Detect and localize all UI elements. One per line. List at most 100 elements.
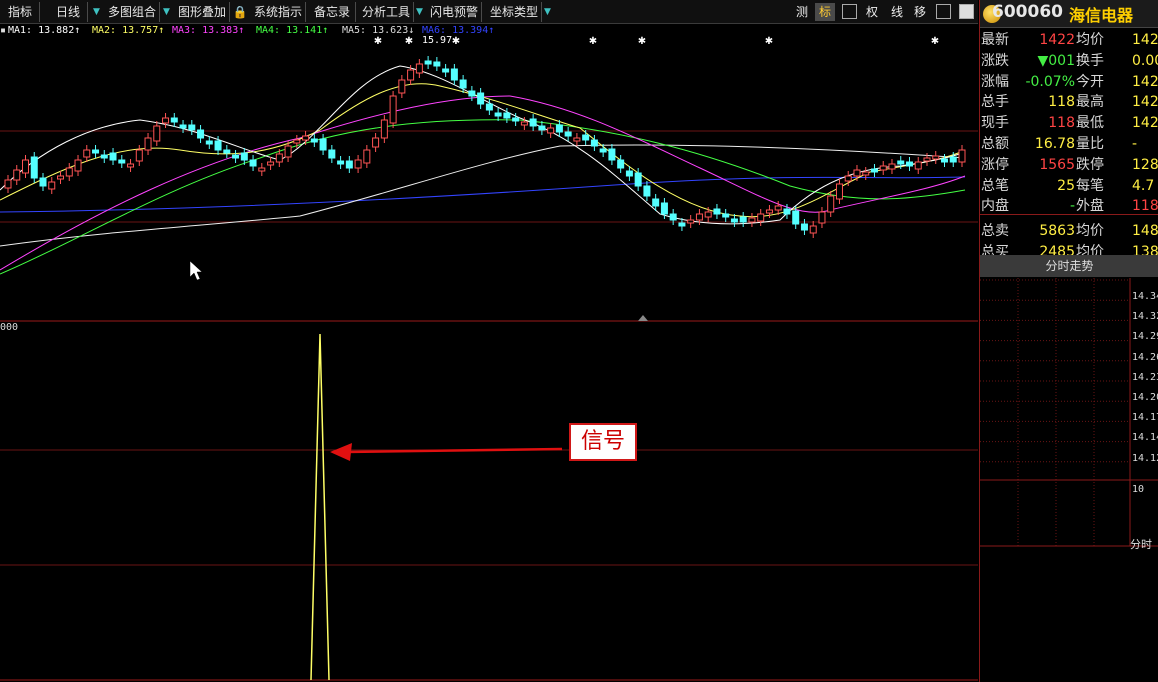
rights-button[interactable]: 权 [862, 3, 882, 21]
ma4-value: MA4: 13.141↑ [256, 25, 329, 36]
event-marker: ✱ [452, 36, 460, 47]
candle-body [652, 198, 660, 207]
candle-body [468, 90, 476, 97]
line-button[interactable]: 线 [887, 3, 907, 21]
candle-body [564, 131, 572, 137]
candle-body [398, 79, 406, 94]
quote-value: 5863 [1039, 223, 1075, 240]
quote-row: 总额 16.78 量比 - [980, 134, 1158, 154]
candle-body [450, 68, 458, 81]
candle-body [748, 217, 756, 223]
candle-body [30, 156, 38, 179]
candle-body [512, 117, 520, 122]
candle-body [48, 181, 56, 190]
analysis-dropdown-icon[interactable]: ▼ [415, 4, 424, 20]
candle-body [328, 149, 336, 159]
candle-body [459, 79, 467, 89]
ma5-value: MA5: 13.623↓ [342, 25, 415, 36]
quote-separator [980, 214, 1158, 215]
quote-value: 118 [1048, 94, 1075, 111]
flash-alert-menu[interactable]: 闪电预警 [426, 2, 482, 22]
multi-chart-menu[interactable]: 多图组合 [104, 2, 160, 22]
quote-label: 均价 [1076, 32, 1104, 48]
tab-intraday[interactable]: 分时走势 [980, 255, 1158, 277]
period-dropdown-icon[interactable]: ▼ [92, 4, 101, 20]
period-menu[interactable]: 日线 [52, 2, 88, 22]
system-indicator-menu[interactable]: 系统指示 [250, 2, 306, 22]
candle-body [573, 137, 581, 142]
candle-body [862, 171, 870, 176]
candle-body [739, 216, 747, 223]
candle-body [783, 208, 791, 215]
event-marker: ✱ [374, 36, 382, 47]
candle-body [695, 213, 703, 221]
quote-row: 最新1422均价1422 [980, 30, 1158, 50]
ma2-value: MA2: 13.757↑ [92, 25, 165, 36]
quote-label: 总笔 [981, 177, 1009, 194]
indicator-menu[interactable]: 指标 [4, 2, 40, 22]
candle-body [389, 95, 397, 124]
candle-body [345, 160, 353, 169]
move-button[interactable]: 移 [910, 3, 930, 21]
overlay-menu[interactable]: 图形叠加 [174, 2, 230, 22]
signal-spike [310, 333, 330, 681]
candle-body [730, 218, 738, 223]
quote-value: 0.00% [1132, 52, 1158, 69]
ma3-value: MA3: 13.383↑ [172, 25, 245, 36]
candle-body [634, 172, 642, 187]
candle-body [135, 149, 143, 162]
candle-body [529, 118, 537, 127]
candle-body [503, 112, 511, 119]
candle-body [4, 179, 12, 189]
quote-value: 1481 [1132, 223, 1158, 240]
lock-icon[interactable]: 🔒 [232, 3, 248, 21]
quote-value: 4.7 [1132, 177, 1155, 194]
candle-body [713, 208, 721, 215]
play-icon[interactable] [959, 4, 974, 19]
axis-type-dropdown-icon[interactable]: ▼ [543, 4, 552, 20]
candle-body [538, 125, 546, 131]
candle-body [22, 159, 30, 174]
candle-body [415, 63, 423, 74]
candle-body [853, 169, 861, 177]
candle-body [223, 149, 231, 154]
quote-label: 总额 [981, 136, 1009, 152]
candle-body [118, 159, 126, 164]
mark-button[interactable]: 标 [815, 3, 835, 21]
candle-body [407, 69, 415, 81]
candle-body [442, 68, 450, 73]
quote-value: 25 [1057, 177, 1075, 194]
candle-body [932, 155, 940, 160]
candle-body [897, 160, 905, 165]
window-icon[interactable] [936, 4, 951, 19]
quote-value: 1422 [1132, 73, 1158, 90]
quote-label: 总手 [981, 94, 1009, 111]
quote-label: 量比 [1076, 136, 1104, 152]
mini-price-label: 14.34 [1132, 291, 1158, 302]
memo-menu[interactable]: 备忘录 [310, 2, 356, 22]
quote-label: 最高 [1076, 94, 1104, 111]
quote-value: - [1132, 136, 1138, 152]
analysis-tools-menu[interactable]: 分析工具 [358, 2, 414, 22]
toolbar: 指标 日线 ▼ 多图组合 ▼ 图形叠加 🔒 系统指示 备忘录 分析工具 ▼ 闪电… [0, 0, 978, 24]
candle-body [310, 138, 318, 143]
candle-body [57, 175, 65, 180]
measure-button[interactable]: 测 [792, 3, 812, 21]
candle-body [153, 125, 161, 142]
mini-price-label: 14.14 [1132, 432, 1158, 444]
candle-body [757, 213, 765, 222]
kline-chart[interactable]: ✱ ✱ ✱ ✱ ✱ ✱ ✱ [0, 0, 978, 682]
quote-value: 118 [1048, 115, 1075, 132]
mini-price-label: 14.12 [1132, 452, 1158, 464]
quote-value: 1565 [1039, 156, 1075, 173]
candle-body [617, 159, 625, 169]
crosshair-icon[interactable] [842, 4, 857, 19]
candle-body [870, 168, 878, 173]
multi-chart-dropdown-icon[interactable]: ▼ [162, 4, 171, 20]
quote-label: 今开 [1076, 73, 1104, 90]
candle-body [687, 219, 695, 224]
candle-body [65, 167, 73, 177]
candle-body [13, 169, 21, 181]
axis-type-menu[interactable]: 坐标类型 [486, 2, 542, 22]
candle-body [835, 183, 843, 200]
